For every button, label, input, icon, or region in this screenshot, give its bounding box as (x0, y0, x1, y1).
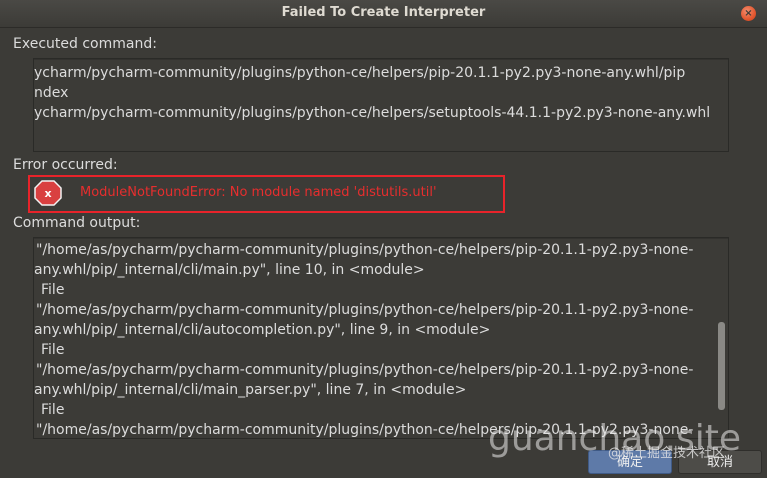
error-occurred-label: Error occurred: (13, 157, 118, 173)
output-scrollbar[interactable] (718, 322, 725, 410)
command-line: ndex (34, 85, 69, 101)
executed-command-box[interactable]: ycharm/pycharm-community/plugins/python-… (33, 58, 729, 152)
command-line: ycharm/pycharm-community/plugins/python-… (34, 105, 711, 121)
error-x-icon: x (34, 180, 62, 206)
executed-command-label: Executed command: (13, 36, 157, 52)
output-line: "/home/as/pycharm/pycharm-community/plug… (36, 242, 694, 258)
svg-text:x: x (44, 187, 51, 200)
output-line: any.whl/pip/_internal/cli/main.py", line… (34, 262, 425, 278)
output-line: "/home/as/pycharm/pycharm-community/plug… (36, 362, 694, 378)
output-line: "/home/as/pycharm/pycharm-community/plug… (36, 302, 694, 318)
output-line: File (41, 402, 65, 418)
error-message: ModuleNotFoundError: No module named 'di… (80, 185, 437, 200)
window-title: Failed To Create Interpreter (281, 5, 486, 20)
command-line: ycharm/pycharm-community/plugins/python-… (34, 65, 686, 81)
command-output-label: Command output: (13, 215, 141, 231)
title-bar: Failed To Create Interpreter × (0, 0, 767, 28)
output-line: any.whl/pip/_internal/cli/autocompletion… (34, 322, 491, 338)
output-line: File (41, 342, 65, 358)
command-output-box[interactable]: "/home/as/pycharm/pycharm-community/plug… (33, 237, 729, 439)
watermark-sub: @稀土掘金技术社区 (608, 446, 726, 461)
output-line: any.whl/pip/_internal/cli/main_parser.py… (34, 382, 467, 398)
close-icon: × (744, 8, 753, 19)
close-button[interactable]: × (741, 6, 756, 21)
output-line: File (41, 282, 65, 298)
